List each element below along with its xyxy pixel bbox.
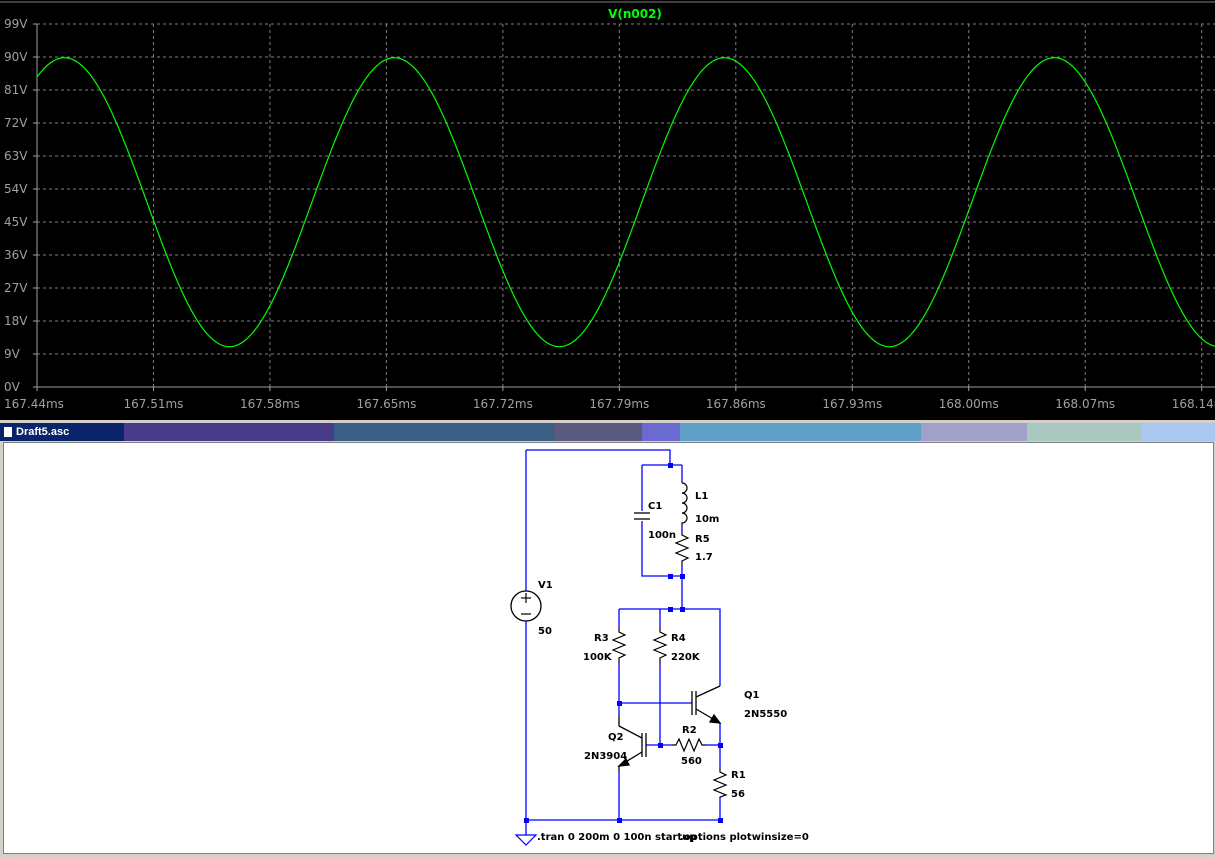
tab-label: Draft5.asc (16, 426, 70, 438)
tab-bar-segment (680, 423, 921, 441)
tab-bar-segment (124, 423, 334, 441)
x-tick-label: 168.07ms (1055, 397, 1115, 411)
junction-dots (524, 463, 723, 823)
resistor-r5[interactable] (674, 531, 690, 566)
voltage-source-v1[interactable] (510, 590, 542, 622)
y-tick-label: 27V (4, 281, 28, 295)
waveform-plot-pane[interactable]: V(n002) 0V 9V 18V 27V 36V 45V 54V 63V 72V 81V 90V 9… (0, 0, 1215, 420)
inductor-l1[interactable] (681, 482, 688, 525)
plot-grid (37, 23, 1215, 387)
trace-v-n002[interactable] (36, 57, 1215, 348)
transistor-q2[interactable] (617, 715, 647, 771)
resistor-r2[interactable] (672, 737, 706, 753)
tab-bar-segment (921, 423, 1027, 441)
x-tick-label: 167.72ms (473, 397, 533, 411)
r4-value-label[interactable]: 220K (671, 652, 701, 663)
wire-top (526, 449, 671, 465)
schematic-file-icon (4, 427, 12, 437)
r5-value-label[interactable]: 1.7 (695, 552, 713, 563)
resistor-r3[interactable] (611, 628, 627, 664)
tab-bar-segment (554, 423, 642, 441)
x-tick-label: 168.14ms (1172, 397, 1215, 411)
x-tick-label: 167.86ms (706, 397, 766, 411)
r3-value-label[interactable]: 100K (583, 652, 613, 663)
r1-value-label[interactable]: 56 (731, 789, 745, 800)
capacitor-c1[interactable] (634, 512, 650, 520)
wires (525, 449, 721, 835)
q1-name-label[interactable]: Q1 (744, 690, 760, 701)
schematic-canvas[interactable]: C1 100n L1 10m R5 1.7 V1 50 R3 100K R4 2… (4, 443, 1213, 853)
y-tick-label: 36V (4, 248, 28, 262)
tab-bar-segment (1027, 423, 1141, 441)
waveform-plot[interactable]: V(n002) 0V 9V 18V 27V 36V 45V 54V 63V 72V 81V 90V 9… (0, 0, 1215, 420)
x-tick-label: 167.79ms (589, 397, 649, 411)
tab-bar-segment (642, 423, 680, 441)
y-tick-label: 99V (4, 17, 28, 31)
q2-value-label[interactable]: 2N3904 (584, 751, 627, 762)
x-tick-label: 167.58ms (240, 397, 300, 411)
transistor-q1[interactable] (691, 685, 722, 724)
x-axis-ticks: 167.44ms 167.51ms 167.58ms 167.65ms 167.72ms… (4, 387, 1215, 411)
y-tick-label: 72V (4, 116, 28, 130)
c1-name-label[interactable]: C1 (648, 501, 662, 512)
y-tick-label: 63V (4, 149, 28, 163)
v1-name-label[interactable]: V1 (538, 580, 553, 591)
tab-draft5-asc[interactable]: Draft5.asc (0, 423, 124, 441)
spice-directive-options[interactable]: .options plotwinsize=0 (680, 832, 809, 843)
x-tick-label: 168.00ms (939, 397, 999, 411)
q2-name-label[interactable]: Q2 (608, 732, 624, 743)
y-axis-ticks: 0V 9V 18V 27V 36V 45V 54V 63V 72V 81V 90V 99V (4, 17, 37, 394)
x-tick-label: 167.65ms (356, 397, 416, 411)
resistor-r4[interactable] (652, 628, 668, 664)
r5-name-label[interactable]: R5 (695, 534, 710, 545)
resistor-r1[interactable] (712, 768, 728, 798)
y-tick-label: 81V (4, 83, 28, 97)
ground-symbol (514, 834, 538, 846)
tab-bar-segment (1141, 423, 1215, 441)
y-tick-label: 9V (4, 347, 21, 361)
y-tick-label: 90V (4, 50, 28, 64)
schematic-editor[interactable]: C1 100n L1 10m R5 1.7 V1 50 R3 100K R4 2… (3, 442, 1214, 854)
x-tick-label: 167.44ms (4, 397, 64, 411)
tab-bar-segment (334, 423, 554, 441)
x-tick-label: 167.93ms (822, 397, 882, 411)
y-tick-label: 54V (4, 182, 28, 196)
y-tick-label: 0V (4, 380, 21, 394)
y-tick-label: 18V (4, 314, 28, 328)
q1-value-label[interactable]: 2N5550 (744, 709, 787, 720)
l1-name-label[interactable]: L1 (695, 491, 708, 502)
r2-name-label[interactable]: R2 (682, 725, 697, 736)
mdi-tab-bar: Draft5.asc (0, 423, 1215, 441)
r1-name-label[interactable]: R1 (731, 770, 746, 781)
r2-value-label[interactable]: 560 (681, 756, 702, 767)
r4-name-label[interactable]: R4 (671, 633, 686, 644)
y-tick-label: 45V (4, 215, 28, 229)
trace-name-label[interactable]: V(n002) (608, 7, 662, 21)
c1-value-label[interactable]: 100n (648, 530, 676, 541)
x-tick-label: 167.51ms (124, 397, 184, 411)
spice-directive-tran[interactable]: .tran 0 200m 0 100n startup (537, 832, 696, 843)
r3-name-label[interactable]: R3 (594, 633, 609, 644)
wire-supply-bus (619, 608, 721, 686)
l1-value-label[interactable]: 10m (695, 514, 719, 525)
v1-value-label[interactable]: 50 (538, 626, 552, 637)
